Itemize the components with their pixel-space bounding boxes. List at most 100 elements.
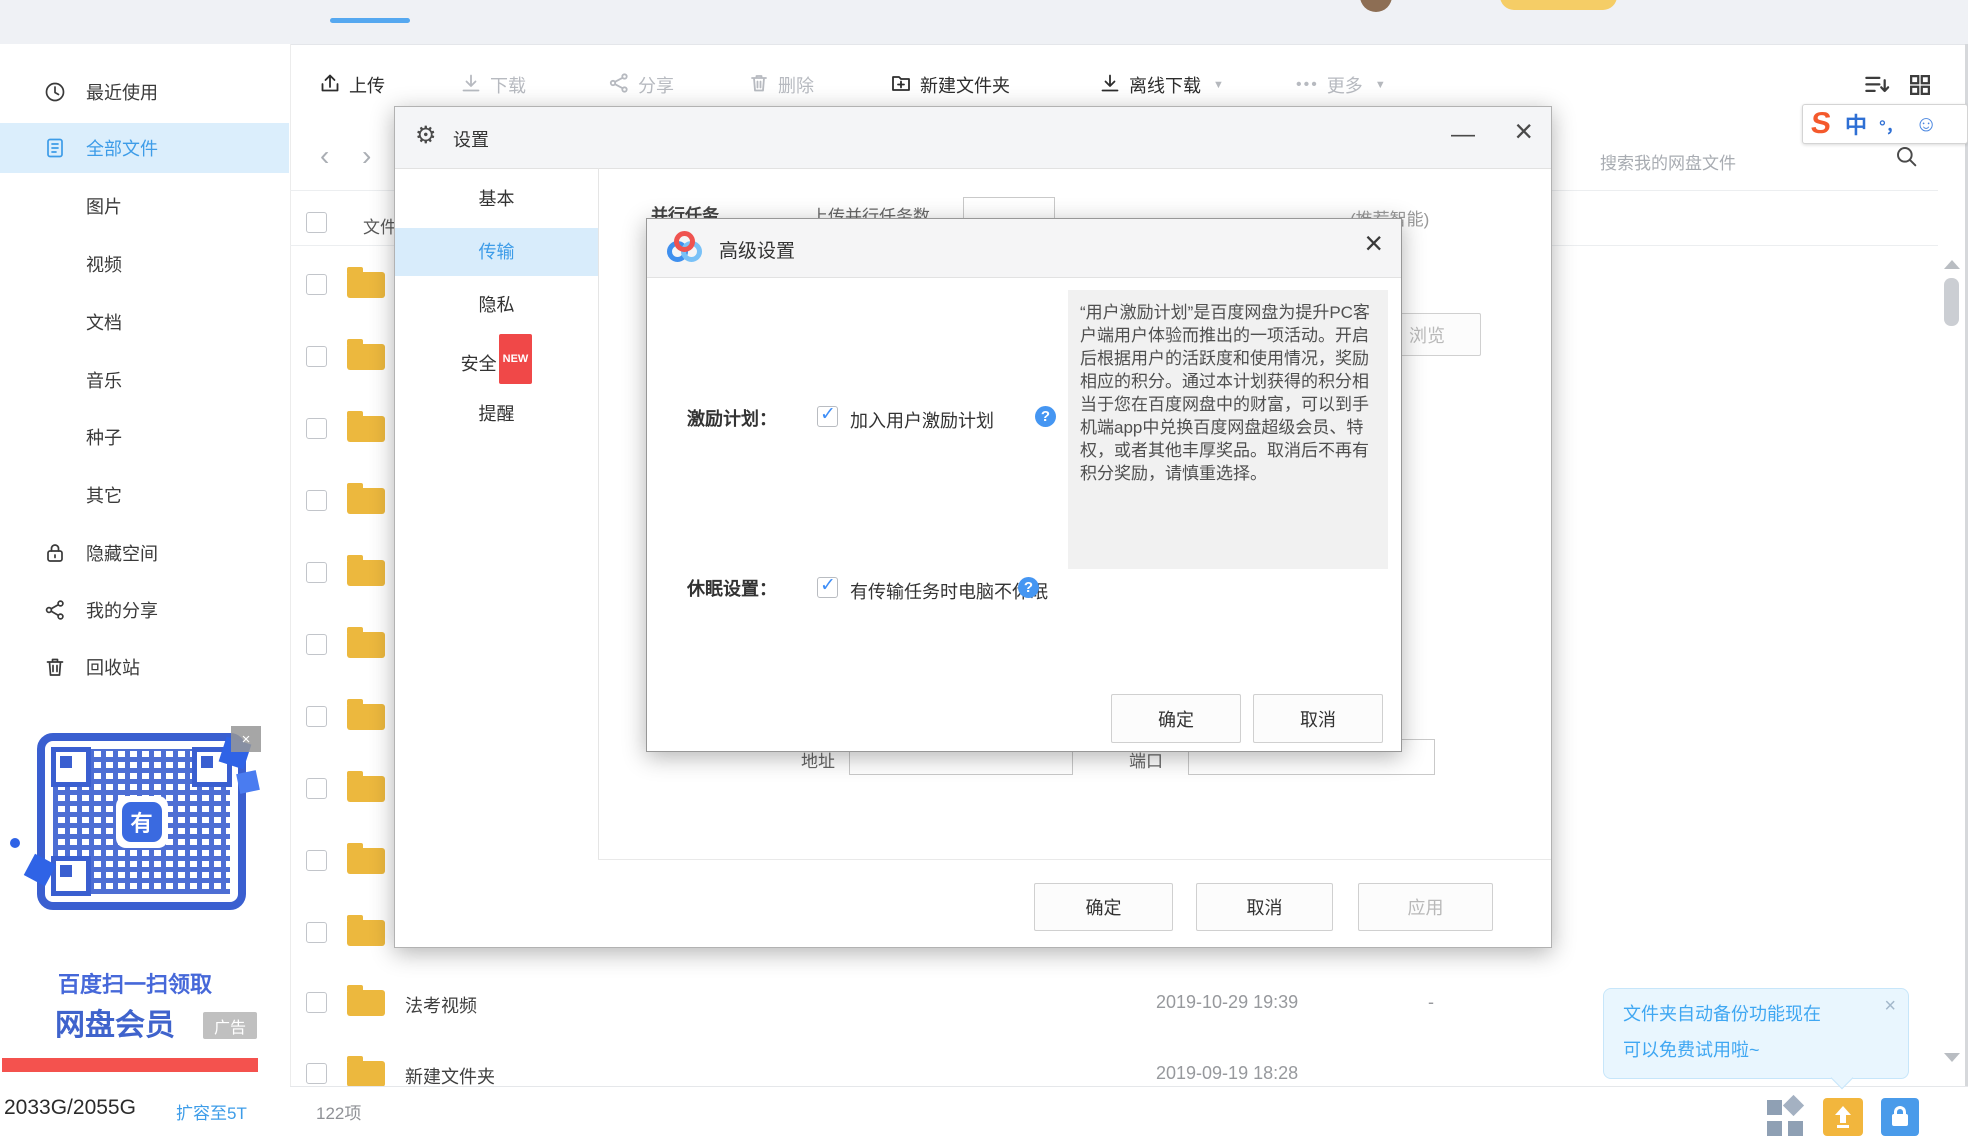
row-checkbox[interactable] — [306, 274, 327, 295]
sidebar-item-other[interactable]: 其它 — [0, 470, 289, 520]
folder-icon — [347, 411, 385, 442]
row-checkbox[interactable] — [306, 346, 327, 367]
share-icon — [42, 598, 68, 622]
row-checkbox[interactable] — [306, 778, 327, 799]
more-dots-icon: ••• — [1296, 76, 1319, 93]
sidebar-item-all-files[interactable]: 全部文件 — [0, 123, 289, 173]
row-checkbox[interactable] — [306, 922, 327, 943]
ime-bar[interactable]: S 中 °， ☺ — [1802, 104, 1968, 144]
row-checkbox[interactable] — [306, 992, 327, 1013]
scrollbar-up-arrow[interactable] — [1944, 260, 1960, 269]
sidebar-item-documents[interactable]: 文档 — [0, 297, 289, 347]
scrollbar-thumb[interactable] — [1944, 278, 1959, 326]
toolbar-more-button[interactable]: ••• 更多 ▼ — [1296, 68, 1386, 102]
sleep-checkbox[interactable]: ✓ — [817, 575, 838, 598]
toolbar-share-button[interactable]: 分享 — [608, 68, 674, 102]
check-icon: ✓ — [820, 404, 836, 425]
grid-view-icon[interactable] — [1906, 72, 1934, 103]
download-icon — [460, 72, 482, 99]
toolbar-download-button[interactable]: 下载 — [460, 68, 526, 102]
settings-cancel-button[interactable]: 取消 — [1196, 883, 1333, 931]
qr-ad[interactable]: 有 — [37, 733, 246, 910]
incentive-option-label[interactable]: 加入用户激励计划 — [850, 407, 994, 433]
gear-icon: ⚙ — [415, 122, 437, 149]
row-checkbox[interactable] — [306, 562, 327, 583]
top-tab-strip — [0, 0, 1968, 45]
row-checkbox[interactable] — [306, 706, 327, 727]
sidebar-item-hidden-space[interactable]: 隐藏空间 — [0, 528, 289, 578]
nav-forward-button[interactable]: › — [362, 140, 371, 172]
folder-icon — [347, 699, 385, 730]
ime-emoji-icon[interactable]: ☺ — [1915, 111, 1937, 137]
folder-icon — [347, 267, 385, 298]
active-tab-underline — [330, 18, 410, 23]
tab-basic[interactable]: 基本 — [395, 175, 598, 223]
storage-upgrade-link[interactable]: 扩容至5T — [176, 1099, 247, 1124]
new-badge: NEW — [498, 334, 533, 384]
help-icon[interactable]: ? — [1018, 577, 1039, 598]
sidebar-item-recycle-bin[interactable]: 回收站 — [0, 642, 289, 692]
select-all-checkbox[interactable] — [306, 212, 327, 233]
status-bar — [290, 1086, 1968, 1140]
storage-usage: 2033G/2055G — [4, 1096, 136, 1119]
lock-screen-icon[interactable] — [1881, 1098, 1919, 1136]
folder-icon — [347, 627, 385, 658]
close-icon[interactable]: × — [1514, 115, 1533, 147]
row-checkbox[interactable] — [306, 418, 327, 439]
folder-icon — [347, 339, 385, 370]
qr-center-logo: 有 — [121, 801, 162, 842]
qr-ad-close-button[interactable]: × — [231, 726, 261, 752]
backup-notification[interactable]: 文件夹自动备份功能现在 可以免费试用啦~ × — [1603, 988, 1909, 1079]
lock-icon — [42, 541, 68, 565]
nav-back-button[interactable]: ‹ — [320, 140, 329, 172]
chevron-down-icon[interactable]: ▼ — [1213, 79, 1224, 91]
toolbar-delete-button[interactable]: 删除 — [748, 68, 814, 102]
minimize-button[interactable]: — — [1451, 123, 1475, 147]
row-checkbox[interactable] — [306, 634, 327, 655]
row-checkbox[interactable] — [306, 1063, 327, 1084]
baidu-netdisk-logo — [667, 231, 707, 263]
advanced-dialog-title: 高级设置 — [719, 241, 796, 262]
advanced-cancel-button[interactable]: 取消 — [1253, 694, 1383, 743]
share-icon — [608, 72, 630, 99]
close-icon[interactable]: × — [1364, 227, 1383, 259]
tab-privacy[interactable]: 隐私 — [395, 281, 598, 329]
settings-dialog-title: 设置 — [453, 130, 489, 150]
toolbar-new-folder-button[interactable]: 新建文件夹 — [890, 68, 1010, 102]
column-header-file: 文件 — [363, 218, 397, 237]
check-icon: ✓ — [820, 575, 836, 596]
sidebar-item-videos[interactable]: 视频 — [0, 239, 289, 289]
ime-mode-chinese[interactable]: 中 — [1845, 108, 1867, 140]
folder-backup-icon[interactable] — [1823, 1098, 1863, 1136]
tab-transfer[interactable]: 传输 — [395, 228, 598, 276]
tab-reminder[interactable]: 提醒 — [395, 390, 598, 438]
sidebar-item-recent[interactable]: 最近使用 — [0, 67, 289, 117]
ime-punctuation[interactable]: °， — [1879, 112, 1903, 137]
sidebar-item-my-shares[interactable]: 我的分享 — [0, 585, 289, 635]
row-checkbox[interactable] — [306, 850, 327, 871]
toolbar-upload-button[interactable]: 上传 — [319, 68, 385, 102]
advanced-ok-button[interactable]: 确定 — [1111, 694, 1241, 743]
sidebar-item-pictures[interactable]: 图片 — [0, 181, 289, 231]
search-icon[interactable] — [1894, 144, 1920, 175]
toolbar-offline-download-button[interactable]: 离线下载 ▼ — [1099, 68, 1224, 102]
offline-download-icon — [1099, 72, 1121, 99]
new-folder-icon — [890, 72, 912, 99]
chevron-down-icon[interactable]: ▼ — [1375, 79, 1386, 91]
help-icon[interactable]: ? — [1035, 406, 1056, 427]
vip-button[interactable] — [1500, 0, 1617, 10]
upload-icon — [319, 72, 341, 99]
mini-apps-icon[interactable] — [1767, 1094, 1805, 1136]
sidebar-item-torrents[interactable]: 种子 — [0, 412, 289, 462]
search-input[interactable]: 搜索我的网盘文件 — [1600, 149, 1736, 174]
tab-security[interactable]: 安全 NEW — [395, 334, 598, 384]
settings-apply-button[interactable]: 应用 — [1358, 883, 1493, 931]
settings-ok-button[interactable]: 确定 — [1034, 883, 1173, 931]
close-icon[interactable]: × — [1884, 995, 1896, 1018]
sidebar-item-music[interactable]: 音乐 — [0, 355, 289, 405]
row-checkbox[interactable] — [306, 490, 327, 511]
incentive-checkbox[interactable]: ✓ — [817, 404, 838, 427]
list-view-icon[interactable] — [1862, 72, 1892, 103]
ad-line1: 百度扫一扫领取 — [57, 972, 212, 997]
scrollbar-down-arrow[interactable] — [1944, 1053, 1960, 1062]
